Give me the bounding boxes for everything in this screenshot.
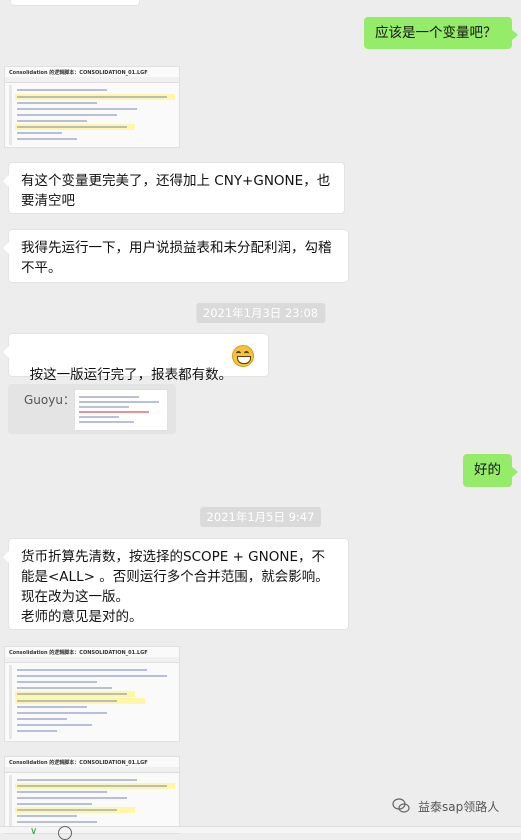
watermark: 益泰sap领路人 — [392, 796, 512, 816]
message-text: 按这一版运行完了，报表都有数。 — [29, 367, 233, 383]
wechat-icon — [392, 798, 410, 813]
quoted-message[interactable]: Guoyu： — [8, 384, 176, 434]
screenshot-title: Consolidation 的逻辑脚本：CONSOLIDATION_01.LGF — [9, 650, 148, 656]
code-screenshot-thumbnail[interactable]: Consolidation 的逻辑脚本：CONSOLIDATION_01.LGF — [4, 66, 180, 148]
timestamp: 2021年1月3日 23:08 — [195, 303, 326, 323]
message-bubble-left[interactable]: 货币折算先清数，按选择的SCOPE + GNONE，不能是<ALL> 。否则运行… — [3, 538, 349, 630]
quote-sender: Guoyu： — [24, 393, 75, 407]
partial-message-top — [10, 0, 140, 6]
watermark-text: 益泰sap领路人 — [418, 800, 500, 814]
message-bubble-right[interactable]: 好的 — [463, 454, 518, 487]
screenshot-title: Consolidation 的逻辑脚本：CONSOLIDATION_01.LGF — [9, 760, 148, 766]
message-bubble-left[interactable]: 有这个变量更完美了，还得加上 CNY+GNONE，也要清空吧 — [3, 162, 345, 214]
emoji-toolbar-icon[interactable] — [58, 826, 72, 840]
message-bubble-left[interactable]: 按这一版运行完了，报表都有数。 — [3, 333, 269, 383]
code-screenshot-thumbnail[interactable]: Consolidation 的逻辑脚本：CONSOLIDATION_01.LGF — [4, 756, 180, 834]
quoted-image-thumbnail[interactable] — [74, 389, 168, 431]
code-screenshot-thumbnail[interactable]: Consolidation 的逻辑脚本：CONSOLIDATION_01.LGF — [4, 646, 180, 742]
grinning-face-icon — [232, 345, 254, 367]
timestamp: 2021年1月5日 9:47 — [199, 507, 322, 527]
message-bubble-right[interactable]: 应该是一个变量吧？ — [364, 17, 518, 49]
message-bubble-left[interactable]: 我得先运行一下，用户说损益表和未分配利润，勾稽不平。 — [3, 229, 349, 283]
screenshot-title: Consolidation 的逻辑脚本：CONSOLIDATION_01.LGF — [9, 70, 148, 76]
